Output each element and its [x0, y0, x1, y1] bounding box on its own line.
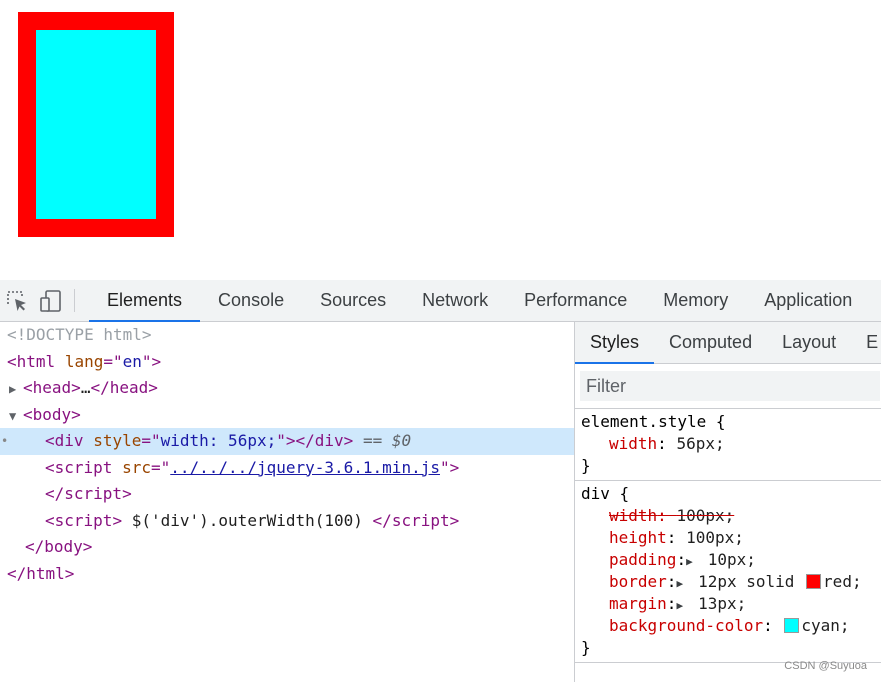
- color-swatch-cyan[interactable]: [784, 618, 800, 633]
- watermark: CSDN @Suyuoa: [784, 660, 867, 672]
- script-inline-code: $('div').outerWidth(100): [131, 510, 363, 530]
- rule-div[interactable]: div { width: 100px; height: 100px; paddi…: [575, 481, 881, 663]
- doctype-text: <!DOCTYPE html>: [7, 325, 152, 344]
- dom-body-open-line[interactable]: ▼ <body>: [0, 402, 574, 429]
- dom-script-close-line[interactable]: </script>: [0, 481, 574, 508]
- subtab-event-listeners[interactable]: E: [851, 322, 881, 363]
- prop-padding[interactable]: padding: ▶ 10px;: [581, 549, 881, 571]
- rule-close-brace: }: [581, 638, 591, 657]
- subtab-computed[interactable]: Computed: [654, 322, 767, 363]
- prop-background-color[interactable]: background-color: cyan;: [581, 615, 881, 637]
- rule-selector: div {: [581, 484, 630, 503]
- html-attr-value: en: [122, 351, 142, 371]
- tab-network[interactable]: Network: [404, 280, 506, 321]
- expand-triangle-icon[interactable]: ▶: [9, 376, 23, 403]
- prop-width-inline[interactable]: width: 56px;: [581, 433, 881, 455]
- subtab-styles[interactable]: Styles: [575, 322, 655, 364]
- div-tag: div: [54, 431, 84, 450]
- selection-dot-icon: •: [1, 434, 9, 448]
- selected-node-marker: == $0: [362, 431, 412, 450]
- html-tag: html: [16, 351, 56, 371]
- prop-border[interactable]: border: ▶ 12px solid red;: [581, 571, 881, 593]
- collapse-triangle-icon[interactable]: ▼: [9, 403, 23, 430]
- prop-width-overridden[interactable]: width: 100px;: [581, 505, 881, 527]
- tab-memory[interactable]: Memory: [645, 280, 746, 321]
- expand-shorthand-icon[interactable]: ▶: [676, 595, 688, 617]
- dom-div-line-selected[interactable]: • <div style="width: 56px;"></div> == $0: [0, 428, 574, 455]
- script-src-link[interactable]: ../../../jquery-3.6.1.min.js: [170, 458, 440, 477]
- prop-height[interactable]: height: 100px;: [581, 527, 881, 549]
- expand-shorthand-icon[interactable]: ▶: [686, 551, 698, 573]
- device-toolbar-icon[interactable]: [34, 280, 68, 321]
- color-swatch-red[interactable]: [806, 574, 822, 589]
- tab-performance[interactable]: Performance: [506, 280, 645, 321]
- rule-selector: element.style {: [581, 412, 726, 431]
- dom-body-close-line[interactable]: </body>: [0, 534, 574, 561]
- head-tag: head: [32, 378, 72, 397]
- filter-row: [575, 364, 881, 409]
- tab-sources[interactable]: Sources: [302, 280, 404, 321]
- styles-pane: Styles Computed Layout E element.style {…: [575, 322, 881, 682]
- demo-div-box: [18, 12, 174, 237]
- rule-close-brace: }: [581, 456, 591, 475]
- dom-html-close-line[interactable]: </html>: [0, 561, 574, 588]
- styles-filter-input[interactable]: [580, 371, 880, 401]
- tab-console[interactable]: Console: [200, 280, 302, 321]
- dom-tree: <!DOCTYPE html> <html lang="en"> ▶ <head>…: [0, 322, 574, 682]
- dom-doctype-line[interactable]: <!DOCTYPE html>: [0, 322, 574, 349]
- inspect-element-icon[interactable]: [0, 280, 34, 321]
- dom-head-line[interactable]: ▶ <head>…</head>: [0, 375, 574, 402]
- styles-subtabs: Styles Computed Layout E: [575, 322, 881, 364]
- dom-script-inline-line[interactable]: <script> $('div').outerWidth(100) </scri…: [0, 508, 574, 535]
- body-tag: body: [32, 404, 72, 424]
- div-attr-value: width: 56px;: [160, 431, 277, 450]
- subtab-layout[interactable]: Layout: [767, 322, 851, 363]
- tab-elements[interactable]: Elements: [89, 280, 201, 322]
- expand-shorthand-icon[interactable]: ▶: [676, 573, 688, 595]
- devtools-window: Elements Console Sources Network Perform…: [0, 280, 881, 682]
- dom-script-src-line[interactable]: <script src="../../../jquery-3.6.1.min.j…: [0, 455, 574, 482]
- toolbar-divider: [74, 289, 75, 312]
- div-attr-name: style: [93, 431, 142, 450]
- dom-html-open-line[interactable]: <html lang="en">: [0, 349, 574, 376]
- devtools-tabbar: Elements Console Sources Network Perform…: [0, 280, 881, 322]
- prop-margin[interactable]: margin: ▶ 13px;: [581, 593, 881, 615]
- html-attr-name: lang: [64, 351, 104, 371]
- rule-element-style[interactable]: element.style { width: 56px; }: [575, 409, 881, 481]
- tab-application[interactable]: Application: [746, 280, 870, 321]
